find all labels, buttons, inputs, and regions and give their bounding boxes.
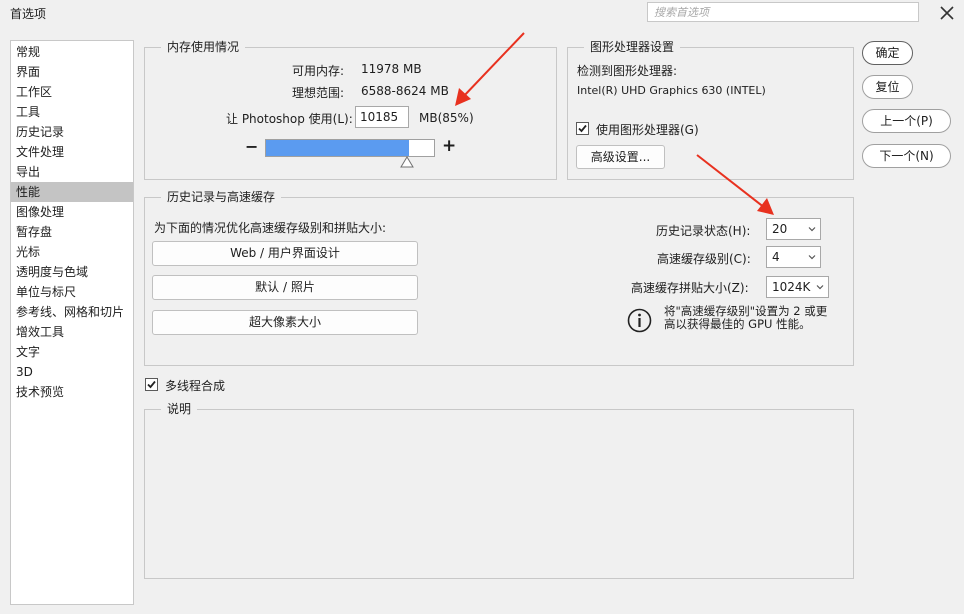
ideal-range-value: 6588-8624 MB	[361, 84, 449, 98]
cache-tile-size-select[interactable]: 1024K	[766, 276, 829, 298]
memory-usage-input[interactable]: 10185	[355, 106, 409, 128]
advanced-settings-button[interactable]: 高级设置...	[576, 145, 665, 169]
huge-pixel-dimensions-button[interactable]: 超大像素大小	[152, 310, 418, 335]
gpu-group-title: 图形处理器设置	[584, 40, 681, 54]
gpu-info-line-2: 高以获得最佳的 GPU 性能。	[664, 317, 811, 331]
checkmark-icon	[147, 380, 156, 389]
chevron-down-icon	[808, 255, 816, 260]
next-button[interactable]: 下一个(N)	[862, 144, 951, 168]
checkmark-icon	[578, 124, 587, 133]
memory-slider-fill	[266, 140, 409, 156]
web-ui-design-button[interactable]: Web / 用户界面设计	[152, 241, 418, 266]
gpu-detected-label: 检测到图形处理器:	[577, 64, 678, 78]
plus-icon[interactable]: +	[442, 136, 456, 156]
sidebar-item-scratch-disks[interactable]: 暂存盘	[11, 222, 133, 242]
window-title: 首选项	[10, 7, 47, 21]
title-bar: 首选项	[0, 0, 964, 26]
history-cache-group-title: 历史记录与高速缓存	[161, 190, 282, 204]
sidebar-item-3d[interactable]: 3D	[11, 362, 133, 382]
sidebar-item-plugins[interactable]: 增效工具	[11, 322, 133, 342]
cache-levels-value: 4	[772, 250, 780, 264]
sidebar-item-tools[interactable]: 工具	[11, 102, 133, 122]
available-ram-value: 11978 MB	[361, 62, 422, 76]
sidebar-item-guides-grid[interactable]: 参考线、网格和切片	[11, 302, 133, 322]
cache-levels-select[interactable]: 4	[766, 246, 821, 268]
sidebar-item-units-rulers[interactable]: 单位与标尺	[11, 282, 133, 302]
available-ram-label: 可用内存:	[292, 64, 345, 78]
memory-group-title: 内存使用情况	[161, 40, 246, 54]
sidebar-item-general[interactable]: 常规	[11, 42, 133, 62]
history-states-value: 20	[772, 222, 788, 236]
sidebar-item-workspace[interactable]: 工作区	[11, 82, 133, 102]
search-input[interactable]	[648, 3, 918, 21]
sidebar-item-transparency[interactable]: 透明度与色域	[11, 262, 133, 282]
ok-button[interactable]: 确定	[862, 41, 913, 65]
description-group-title: 说明	[161, 402, 198, 416]
multithread-label[interactable]: 多线程合成	[165, 377, 225, 394]
ideal-range-label: 理想范围:	[292, 86, 345, 100]
sidebar-item-tech-previews[interactable]: 技术预览	[11, 382, 133, 402]
category-sidebar: 常规 界面 工作区 工具 历史记录 文件处理 导出 性能 图像处理 暂存盘 光标…	[10, 40, 134, 605]
default-photo-button[interactable]: 默认 / 照片	[152, 275, 418, 300]
chevron-down-icon	[816, 285, 824, 290]
sidebar-item-file-handling[interactable]: 文件处理	[11, 142, 133, 162]
gpu-name: Intel(R) UHD Graphics 630 (INTEL)	[577, 84, 766, 97]
cache-tile-size-label: 高速缓存拼贴大小(Z):	[631, 281, 749, 295]
sidebar-item-interface[interactable]: 界面	[11, 62, 133, 82]
search-field[interactable]	[647, 2, 919, 22]
memory-usage-unit: MB(85%)	[419, 111, 474, 125]
slider-thumb-icon[interactable]	[400, 156, 414, 168]
history-states-select[interactable]: 20	[766, 218, 821, 240]
optimize-cache-label: 为下面的情况优化高速缓存级别和拼贴大小:	[154, 221, 387, 235]
sidebar-item-image-processing[interactable]: 图像处理	[11, 202, 133, 222]
use-gpu-checkbox[interactable]	[576, 122, 589, 135]
description-group: 说明	[144, 402, 854, 579]
sidebar-item-type[interactable]: 文字	[11, 342, 133, 362]
memory-slider[interactable]	[265, 139, 435, 157]
info-icon	[627, 308, 652, 333]
multithread-checkbox[interactable]	[145, 378, 158, 391]
use-gpu-label[interactable]: 使用图形处理器(G)	[596, 121, 699, 138]
sidebar-item-export[interactable]: 导出	[11, 162, 133, 182]
chevron-down-icon	[808, 227, 816, 232]
cache-tile-size-value: 1024K	[772, 280, 811, 294]
sidebar-item-performance[interactable]: 性能	[11, 182, 133, 202]
reset-button[interactable]: 复位	[862, 75, 913, 99]
history-states-label: 历史记录状态(H):	[656, 224, 751, 238]
let-photoshop-use-label: 让 Photoshop 使用(L):	[226, 112, 353, 126]
cache-levels-label: 高速缓存级别(C):	[657, 252, 751, 266]
sidebar-item-cursors[interactable]: 光标	[11, 242, 133, 262]
close-icon[interactable]	[938, 4, 956, 22]
sidebar-item-history[interactable]: 历史记录	[11, 122, 133, 142]
previous-button[interactable]: 上一个(P)	[862, 109, 951, 133]
minus-icon[interactable]: −	[245, 137, 258, 156]
